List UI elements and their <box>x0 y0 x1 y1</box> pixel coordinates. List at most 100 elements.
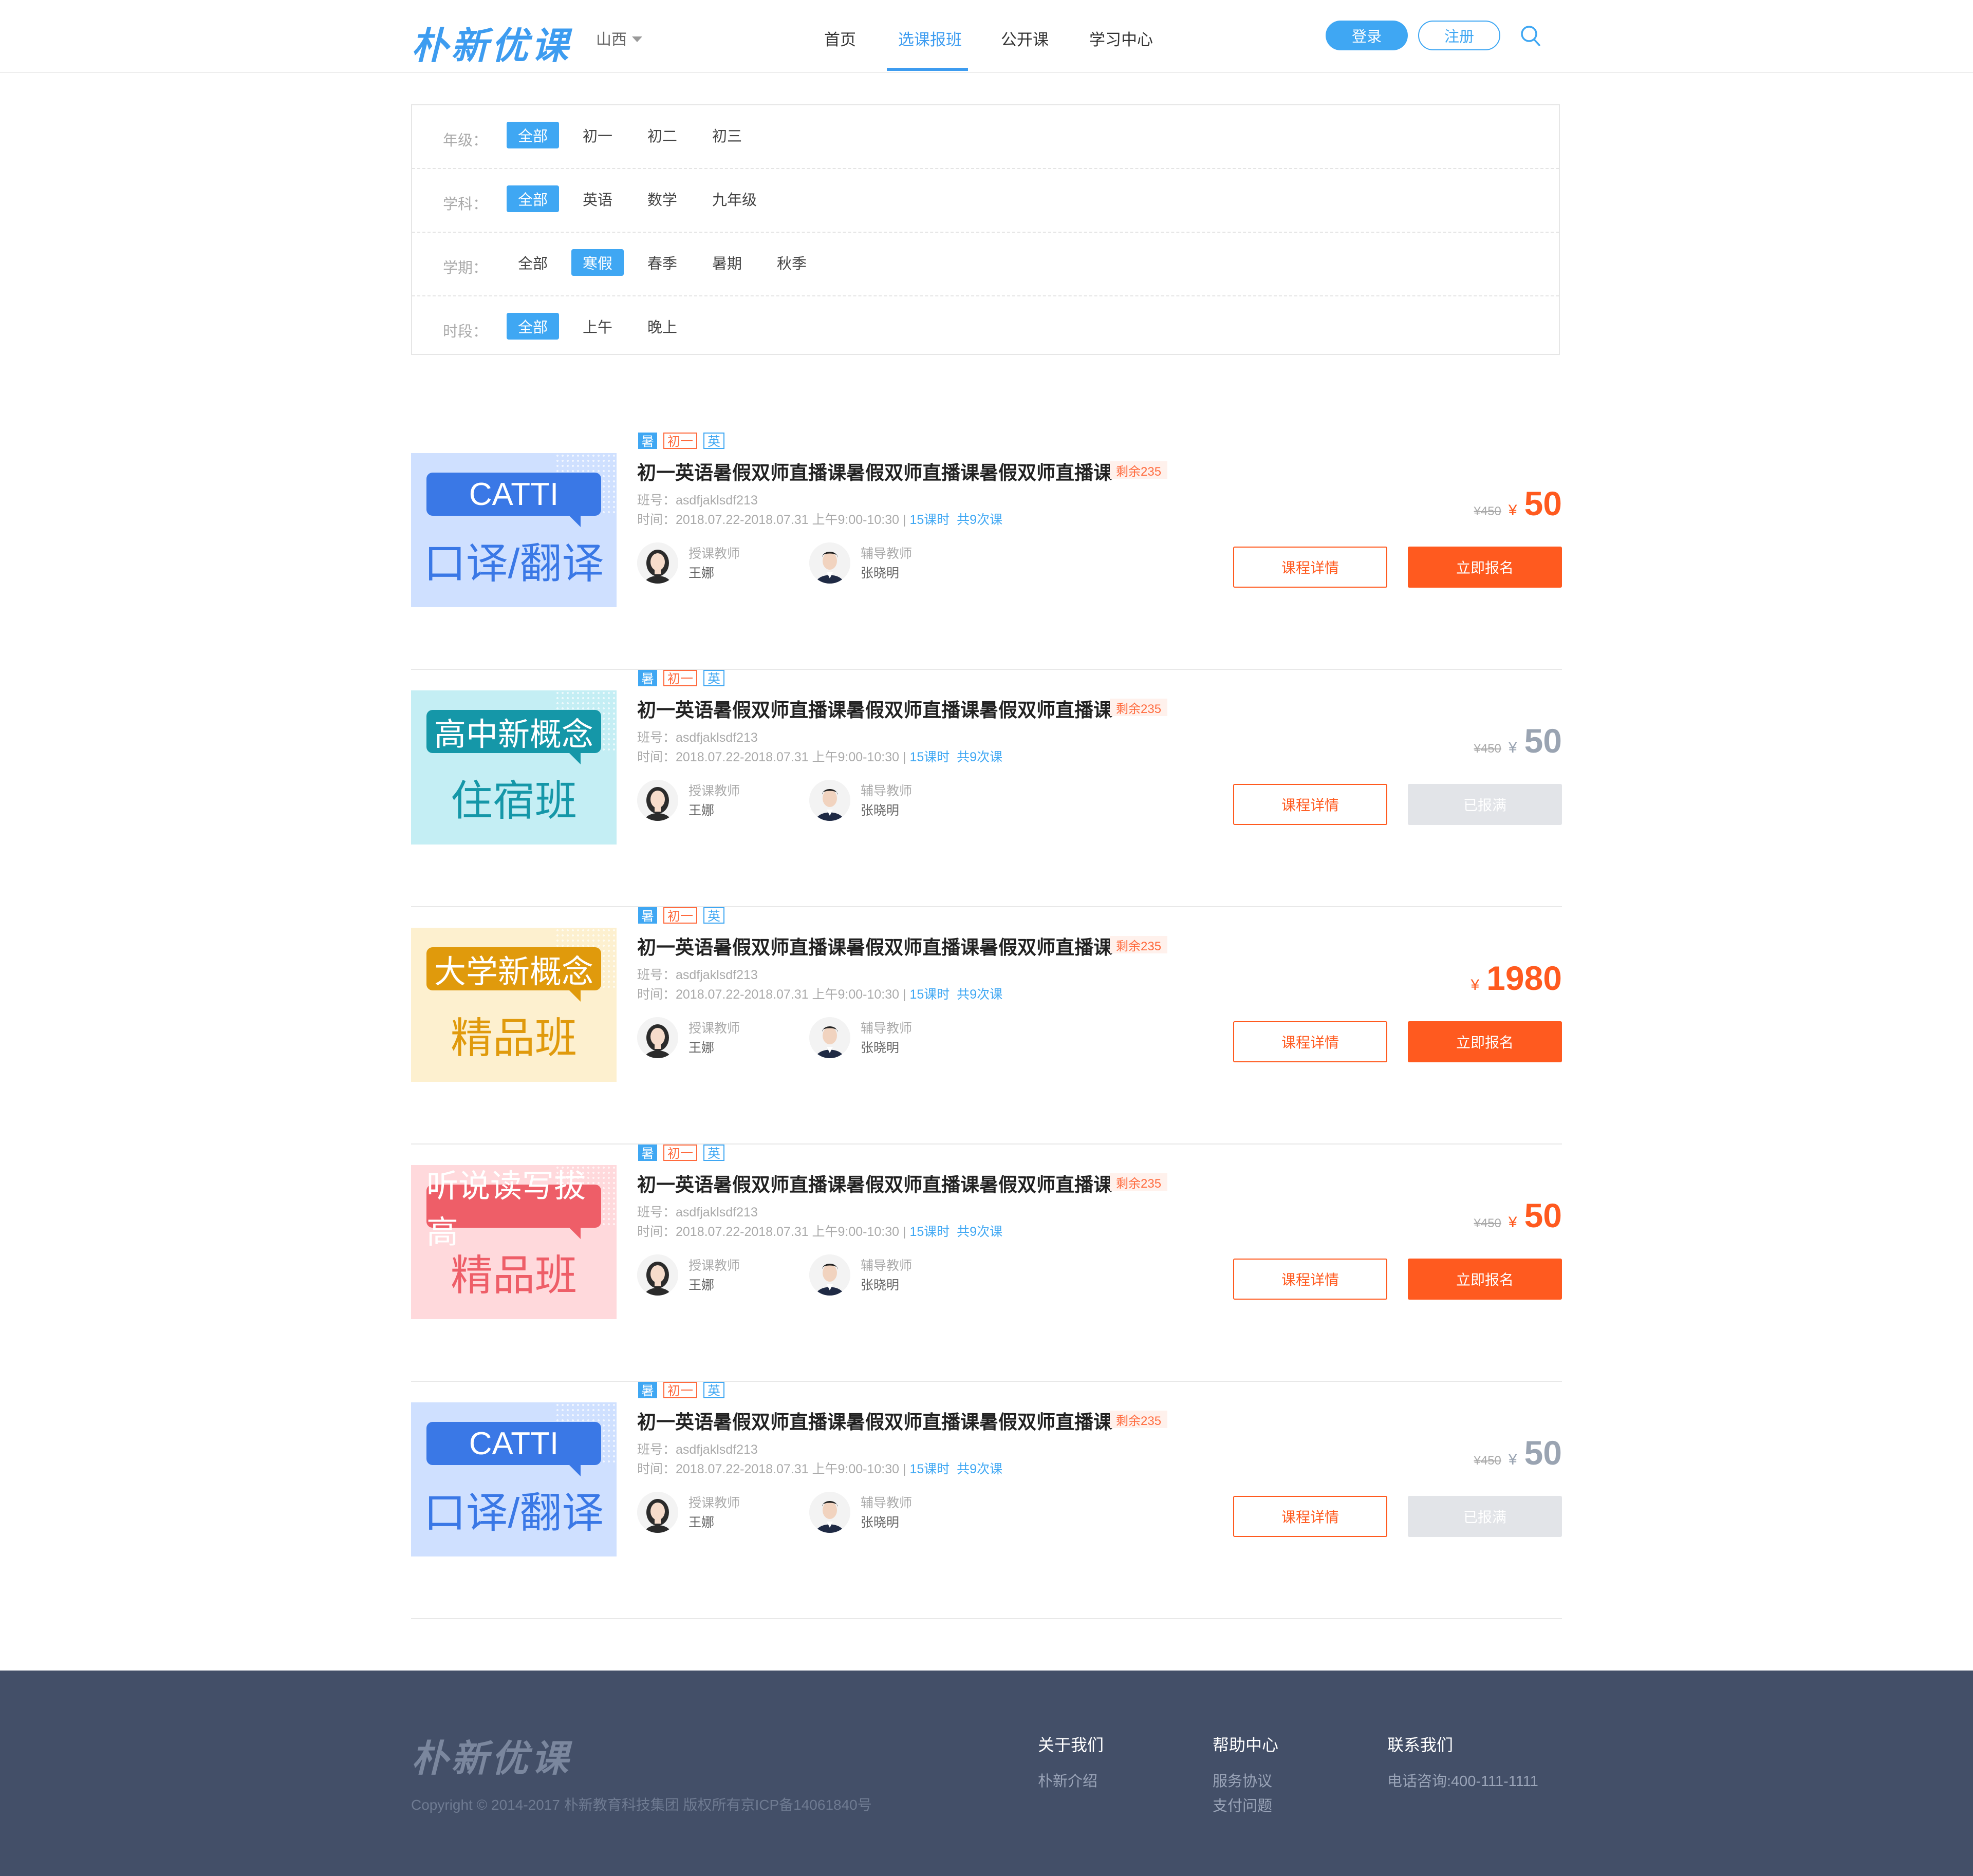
enroll-button[interactable]: 立即报名 <box>1408 1259 1562 1300</box>
filter-option[interactable]: 全部 <box>507 313 560 340</box>
course-detail-button[interactable]: 课程详情 <box>1233 547 1387 588</box>
teacher-role: 授课教师 <box>688 1259 740 1273</box>
course-detail-button[interactable]: 课程详情 <box>1233 1259 1387 1300</box>
page-footer: 朴新优课 Copyright © 2014-2017 朴新教育科技集团 版权所有… <box>0 1671 1973 1876</box>
course-title[interactable]: 初一英语暑假双师直播课暑假双师直播课暑假双师直播课 <box>637 1406 1112 1434</box>
chevron-down-icon <box>632 36 642 42</box>
class-number: 班号：asdfjaklsdf213 <box>637 493 758 508</box>
search-icon[interactable] <box>1520 25 1540 47</box>
tag-term: 暑 <box>638 1382 658 1398</box>
tutor-teacher: 辅导教师 张晓明 <box>809 1492 963 1536</box>
avatar <box>809 1492 850 1533</box>
filter-option[interactable]: 全部 <box>507 122 560 148</box>
footer-link[interactable]: 支付问题 <box>1213 1794 1272 1815</box>
session-count: 共9次课 <box>957 1462 1003 1476</box>
session-count: 共9次课 <box>957 1225 1003 1239</box>
filter-option[interactable]: 全部 <box>507 185 560 212</box>
course-title[interactable]: 初一英语暑假双师直播课暑假双师直播课暑假双师直播课 <box>637 932 1112 960</box>
tag-subject: 英 <box>703 907 725 924</box>
thumbnail-subtitle: 口译/翻译 <box>423 540 604 587</box>
filter-label: 学科： <box>443 196 488 213</box>
tag-subject: 英 <box>703 670 725 686</box>
remaining-seats-badge: 剩余235 <box>1110 936 1168 953</box>
enroll-button[interactable]: 立即报名 <box>1408 547 1562 588</box>
course-title[interactable]: 初一英语暑假双师直播课暑假双师直播课暑假双师直播课 <box>637 457 1112 485</box>
filter-option[interactable]: 数学 <box>636 185 688 212</box>
class-number: 班号：asdfjaklsdf213 <box>637 1442 758 1457</box>
filter-option[interactable]: 初三 <box>701 122 753 148</box>
tag-grade: 初一 <box>663 1145 698 1161</box>
current-price: 50 <box>1524 722 1562 760</box>
filter-option[interactable]: 秋季 <box>766 249 818 276</box>
avatar <box>637 1017 678 1058</box>
course-schedule: 时间：2018.07.22-2018.07.31 上午9:00-10:30 | … <box>637 1459 1002 1477</box>
avatar <box>809 542 850 584</box>
course-thumbnail[interactable]: 高中新概念 住宿班 <box>411 690 617 845</box>
thumbnail-badge: 大学新概念 <box>426 947 601 1002</box>
course-card[interactable]: 听说读写拔高 精品班 暑初一英初一英语暑假双师直播课暑假双师直播课暑假双师直播课 剩余… <box>411 1145 1562 1382</box>
course-detail-button[interactable]: 课程详情 <box>1233 1021 1387 1062</box>
current-price: 50 <box>1524 484 1562 522</box>
remaining-seats-badge: 剩余235 <box>1110 699 1168 716</box>
filter-option[interactable]: 寒假 <box>571 249 624 276</box>
tutor-teacher: 辅导教师 张晓明 <box>809 1254 963 1299</box>
course-card[interactable]: CATTI 口译/翻译 暑初一英初一英语暑假双师直播课暑假双师直播课暑假双师直播课剩… <box>411 1382 1562 1619</box>
filter-option[interactable]: 九年级 <box>701 185 768 212</box>
footer-link[interactable]: 朴新介绍 <box>1038 1769 1097 1791</box>
course-thumbnail[interactable]: CATTI 口译/翻译 <box>411 1402 617 1556</box>
course-thumbnail[interactable]: CATTI 口译/翻译 <box>411 453 617 607</box>
course-filter-panel: 年级： 全部 初一 初二 初三 学科： 全部 英语 数学 九年级 学期： 全部 … <box>411 104 1560 355</box>
site-logo[interactable]: 朴新优课 <box>411 15 571 69</box>
thumbnail-badge: CATTI <box>426 1422 601 1476</box>
nav-open-course[interactable]: 公开课 <box>1001 27 1049 50</box>
region-selector[interactable]: 山西 <box>596 27 642 49</box>
avatar <box>637 1254 678 1296</box>
course-schedule: 时间：2018.07.22-2018.07.31 上午9:00-10:30 | … <box>637 984 1002 1003</box>
teacher-role: 辅导教师 <box>861 547 913 561</box>
nav-home[interactable]: 首页 <box>824 27 856 50</box>
teacher-name: 王娜 <box>688 1041 715 1055</box>
course-detail-button[interactable]: 课程详情 <box>1233 1496 1387 1537</box>
course-title[interactable]: 初一英语暑假双师直播课暑假双师直播课暑假双师直播课 <box>637 1169 1112 1197</box>
course-card[interactable]: 大学新概念 精品班 暑初一英初一英语暑假双师直播课暑假双师直播课暑假双师直播课 剩余2… <box>411 907 1562 1145</box>
filter-option[interactable]: 全部 <box>507 249 559 276</box>
course-card[interactable]: 高中新概念 住宿班 暑初一英初一英语暑假双师直播课暑假双师直播课暑假双师直播课 剩余2… <box>411 670 1562 907</box>
nav-learning-center[interactable]: 学习中心 <box>1089 27 1153 50</box>
course-price: ¥450 ¥50 <box>1474 1196 1562 1235</box>
course-title[interactable]: 初一英语暑假双师直播课暑假双师直播课暑假双师直播课 <box>637 695 1112 722</box>
course-detail-button[interactable]: 课程详情 <box>1233 784 1387 825</box>
course-card[interactable]: CATTI 口译/翻译 暑初一英初一英语暑假双师直播课暑假双师直播课暑假双师直播课剩… <box>411 433 1562 670</box>
thumbnail-badge: 听说读写拔高 <box>426 1169 601 1250</box>
filter-option[interactable]: 春季 <box>636 249 688 276</box>
course-tags: 暑初一英 <box>638 670 725 686</box>
teacher-name: 张晓明 <box>861 1515 900 1530</box>
filter-option[interactable]: 初二 <box>636 122 688 148</box>
filter-option[interactable]: 上午 <box>571 313 624 340</box>
course-price: ¥450 ¥50 <box>1474 1433 1562 1472</box>
original-price: ¥450 <box>1474 1216 1501 1230</box>
filter-option[interactable]: 晚上 <box>636 313 688 340</box>
course-thumbnail[interactable]: 大学新概念 精品班 <box>411 928 617 1082</box>
footer-link[interactable]: 服务协议 <box>1213 1769 1272 1791</box>
enroll-button[interactable]: 立即报名 <box>1408 1021 1562 1062</box>
class-number: 班号：asdfjaklsdf213 <box>637 968 758 982</box>
currency-symbol: ¥ <box>1508 739 1517 756</box>
filter-option[interactable]: 初一 <box>571 122 624 148</box>
region-label: 山西 <box>596 31 627 48</box>
teacher-name: 张晓明 <box>861 1041 900 1055</box>
register-button[interactable]: 注册 <box>1418 21 1500 50</box>
teacher-name: 张晓明 <box>861 1278 900 1292</box>
currency-symbol: ¥ <box>1508 502 1517 519</box>
schedule-text: 时间：2018.07.22-2018.07.31 上午9:00-10:30 | <box>637 1225 910 1239</box>
tag-term: 暑 <box>638 1145 658 1161</box>
filter-option[interactable]: 暑期 <box>701 249 753 276</box>
course-thumbnail[interactable]: 听说读写拔高 精品班 <box>411 1165 617 1319</box>
original-price: ¥450 <box>1474 504 1501 518</box>
filter-option[interactable]: 英语 <box>571 185 624 212</box>
teacher-name: 王娜 <box>688 566 715 580</box>
teacher-name: 王娜 <box>688 1278 715 1292</box>
nav-course-selection[interactable]: 选课报班 <box>898 27 962 50</box>
current-price: 50 <box>1524 1196 1562 1234</box>
avatar <box>637 780 678 821</box>
login-button[interactable]: 登录 <box>1326 21 1408 50</box>
